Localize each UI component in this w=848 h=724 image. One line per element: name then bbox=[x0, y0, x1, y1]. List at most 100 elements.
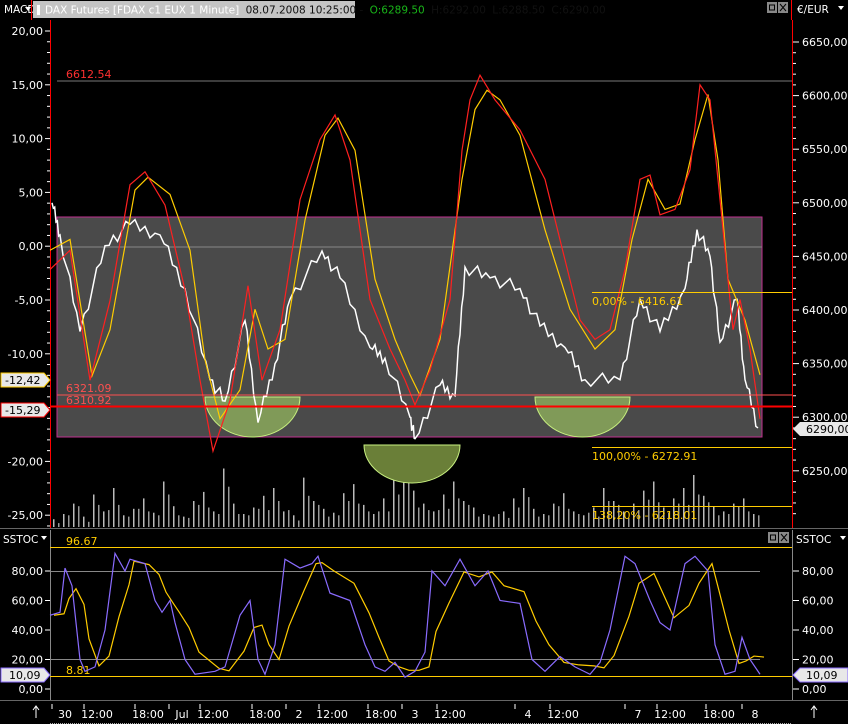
left-axis-label: -20,00 bbox=[8, 455, 43, 468]
zone-semicircle[interactable] bbox=[363, 444, 461, 484]
instrument-name: DAX Futures [FDAX c1 EUX 1 Minute] bbox=[45, 5, 239, 17]
dropdown-arrow-icon[interactable] bbox=[840, 536, 846, 540]
volume-bar bbox=[548, 515, 550, 527]
time-label: Jul bbox=[174, 708, 188, 721]
open-value: O:6289.50 bbox=[370, 5, 425, 17]
volume-bar bbox=[283, 511, 285, 527]
volume-bar bbox=[588, 512, 590, 527]
dropdown-arrow-icon[interactable] bbox=[838, 6, 844, 10]
stochastic-panel: SSTOC SSTOC 96.67 8.81 80,00 80,0060,00 60… bbox=[0, 530, 848, 700]
volume-bar bbox=[568, 508, 570, 527]
volume-bar bbox=[483, 514, 485, 527]
stoch-value-left: 10,09 bbox=[9, 669, 41, 682]
volume-bar bbox=[518, 507, 520, 527]
volume-bar bbox=[113, 488, 115, 527]
volume-bar bbox=[313, 501, 315, 527]
volume-bar bbox=[318, 504, 320, 527]
volume-bar bbox=[358, 503, 360, 527]
right-axis-label: 6500,00 bbox=[802, 197, 848, 210]
volume-bar bbox=[218, 514, 220, 527]
volume-bar bbox=[758, 515, 760, 527]
volume-bar bbox=[328, 516, 330, 527]
volume-bar bbox=[138, 508, 140, 527]
left-axis-label: 20,00 bbox=[12, 25, 44, 38]
volume-bar bbox=[463, 501, 465, 527]
lower-left-axis-label: 0,00 bbox=[19, 683, 44, 696]
volume-bar bbox=[703, 495, 705, 527]
right-axis-label: 6650,00 bbox=[802, 36, 848, 49]
volume-bar bbox=[123, 515, 125, 527]
volume-bar bbox=[103, 511, 105, 527]
lower-left-axis-label: 80,00 bbox=[12, 565, 44, 578]
volume-bar bbox=[203, 491, 205, 527]
volume-bar bbox=[148, 511, 150, 527]
time-label: 2 bbox=[296, 708, 303, 721]
scroll-right-icon[interactable] bbox=[810, 705, 818, 718]
volume-bar bbox=[173, 506, 175, 527]
volume-bar bbox=[428, 510, 430, 527]
scroll-left-icon[interactable] bbox=[32, 705, 40, 718]
volume-bar bbox=[563, 493, 565, 527]
volume-bar bbox=[388, 511, 390, 527]
volume-bar bbox=[738, 506, 740, 527]
range-box[interactable] bbox=[56, 216, 763, 438]
left-axis-label: 15,00 bbox=[12, 79, 44, 92]
currency-dropdown[interactable]: €/EUR bbox=[797, 4, 829, 16]
left-axis-label: 0,00 bbox=[19, 240, 44, 253]
volume-bar bbox=[83, 516, 85, 527]
right-axis-label: 6450,00 bbox=[802, 250, 848, 263]
volume-bar bbox=[68, 515, 70, 527]
lower-right-axis-label: 40,00 bbox=[802, 624, 834, 637]
volume-bar bbox=[528, 497, 530, 527]
stoch-value-right: 10,09 bbox=[806, 669, 838, 682]
time-label: 18:00 bbox=[703, 708, 735, 721]
restore-button[interactable] bbox=[767, 2, 777, 13]
restore-button[interactable] bbox=[768, 532, 778, 543]
time-label: 7 bbox=[635, 708, 642, 721]
volume-bar bbox=[233, 503, 235, 527]
volume-bar bbox=[153, 512, 155, 527]
dropdown-arrow-icon[interactable] bbox=[41, 536, 47, 540]
volume-bar bbox=[473, 507, 475, 527]
volume-bar bbox=[188, 517, 190, 527]
time-label: 12:00 bbox=[316, 708, 348, 721]
volume-bar bbox=[353, 484, 355, 527]
indicator-dropdown[interactable]: MACD bbox=[4, 4, 35, 16]
header-bar: MACD DAX Futures [FDAX c1 EUX 1 Minute] … bbox=[4, 0, 844, 20]
lower-right-title: SSTOC bbox=[796, 534, 831, 546]
volume-bar bbox=[718, 515, 720, 527]
volume-bar bbox=[723, 511, 725, 527]
volume-bar bbox=[293, 515, 295, 527]
volume-bar bbox=[253, 507, 255, 527]
volume-bar bbox=[378, 511, 380, 527]
volume-bar bbox=[553, 503, 555, 527]
volume-bar bbox=[193, 501, 195, 527]
volume-bar bbox=[223, 468, 225, 527]
volume-bar bbox=[268, 510, 270, 527]
volume-bar bbox=[368, 511, 370, 527]
left-axis-label: -5,00 bbox=[15, 294, 43, 307]
lower-left-axis-label: 20,00 bbox=[12, 654, 44, 667]
volume-bar bbox=[713, 506, 715, 527]
volume-bar bbox=[168, 494, 170, 527]
volume-bar bbox=[73, 503, 75, 527]
volume-bar bbox=[743, 498, 745, 527]
fib-label-138: 138,20% - 6218.01 bbox=[592, 509, 697, 522]
volume-bar bbox=[98, 504, 100, 527]
volume-bar bbox=[273, 488, 275, 527]
volume-bar bbox=[278, 501, 280, 527]
volume-bar bbox=[238, 514, 240, 527]
volume-bar bbox=[383, 498, 385, 527]
volume-bar bbox=[363, 504, 365, 527]
volume-bar bbox=[178, 515, 180, 527]
volume-bar bbox=[443, 494, 445, 527]
price-panel: 20,0015,0010,005,000,00-5,00-10,00-15,00… bbox=[0, 20, 848, 528]
time-label: 18:00 bbox=[249, 708, 281, 721]
volume-bar bbox=[373, 514, 375, 527]
volume-bar bbox=[423, 503, 425, 527]
lower-indicator-dropdown[interactable]: SSTOC bbox=[3, 534, 38, 546]
right-axis-label: 6350,00 bbox=[802, 358, 848, 371]
volume-bar bbox=[248, 515, 250, 527]
volume-bar bbox=[308, 495, 310, 527]
volume-bar bbox=[513, 498, 515, 527]
